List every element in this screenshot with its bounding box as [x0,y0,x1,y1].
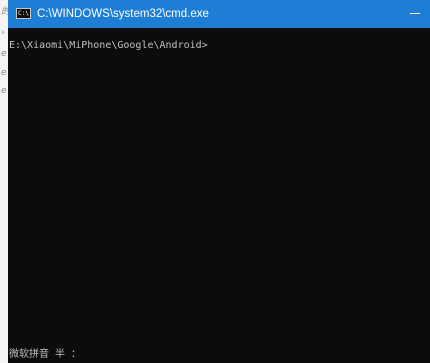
console-area[interactable]: E:\Xiaomi\MiPhone\Google\Android> 微软拼音 半… [8,28,430,363]
minimize-icon[interactable] [410,13,420,14]
cmd-app-icon[interactable]: C:\ [16,8,31,19]
title-bar[interactable]: C:\ C:\WINDOWS\system32\cmd.exe [8,0,430,28]
background-text: e [1,49,7,59]
command-prompt: E:\Xiaomi\MiPhone\Google\Android> [9,40,208,51]
background-text: e [1,68,7,78]
ime-status-text: 微软拼音 半 ： [9,349,82,360]
background-text: e [1,86,7,96]
cmd-window[interactable]: C:\ C:\WINDOWS\system32\cmd.exe E:\Xiaom… [8,0,430,363]
window-title: C:\WINDOWS\system32\cmd.exe [37,8,209,20]
background-text: › [1,28,5,38]
cmd-app-icon-label: C:\ [18,10,29,17]
